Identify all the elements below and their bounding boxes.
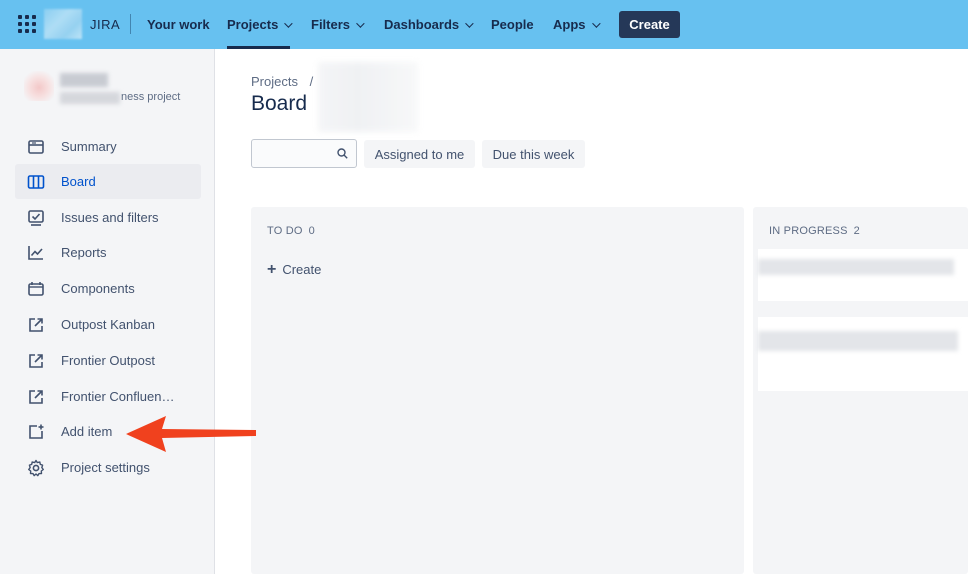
board-column-in-progress: IN PROGRESS 2 xyxy=(753,207,968,574)
sidebar-item-label: Frontier Confluen… xyxy=(61,389,175,404)
column-count: 2 xyxy=(853,225,860,237)
external-link-icon xyxy=(29,318,43,332)
breadcrumb-projects-link[interactable]: Projects xyxy=(251,74,298,89)
breadcrumb-project-blur xyxy=(318,62,418,132)
project-type: ness project xyxy=(121,91,181,103)
external-link-icon xyxy=(29,354,43,368)
breadcrumb-separator: / xyxy=(309,74,314,89)
project-sidebar: ness project Summary Board Issues and fi… xyxy=(0,49,215,574)
sidebar-item-label: Issues and filters xyxy=(61,210,159,225)
summary-icon xyxy=(28,140,44,154)
page-title: Board xyxy=(251,92,308,115)
reports-icon xyxy=(28,246,43,260)
issue-card[interactable] xyxy=(758,317,968,391)
search-icon xyxy=(337,148,348,159)
sidebar-item-label: Summary xyxy=(61,139,117,154)
card-summary-blur xyxy=(758,331,958,351)
filter-assigned-to-me-button[interactable]: Assigned to me xyxy=(364,140,475,168)
board-search-field[interactable] xyxy=(251,139,357,168)
create-button[interactable]: Create xyxy=(619,11,680,38)
nav-label: Projects xyxy=(227,17,279,32)
sidebar-item-outpost-kanban[interactable]: Outpost Kanban xyxy=(15,307,201,342)
nav-divider xyxy=(130,14,131,34)
issues-icon xyxy=(28,210,44,226)
add-item-icon xyxy=(29,424,44,439)
nav-people[interactable]: People xyxy=(491,0,534,49)
sidebar-item-label: Project settings xyxy=(61,460,150,475)
chevron-down-icon xyxy=(465,18,474,28)
top-navigation-bar: JIRA Your work Projects Filters Dashboar… xyxy=(0,0,968,49)
nav-apps[interactable]: Apps xyxy=(553,0,601,49)
sidebar-item-label: Add item xyxy=(61,424,113,439)
card-summary-blur xyxy=(758,259,954,275)
sidebar-item-frontier-outpost[interactable]: Frontier Outpost xyxy=(15,343,201,378)
project-avatar[interactable] xyxy=(24,71,54,101)
column-header: TO DO 0 xyxy=(267,225,315,237)
sidebar-item-board[interactable]: Board xyxy=(15,164,201,199)
sidebar-item-label: Outpost Kanban xyxy=(61,317,155,332)
nav-label: Your work xyxy=(147,17,210,32)
gear-icon xyxy=(28,459,44,477)
plus-icon: + xyxy=(267,260,277,278)
sidebar-item-summary[interactable]: Summary xyxy=(15,129,201,164)
search-input[interactable] xyxy=(252,140,332,167)
sidebar-item-label: Reports xyxy=(61,245,107,260)
nav-label: Dashboards xyxy=(384,17,460,32)
nav-dashboards[interactable]: Dashboards xyxy=(384,0,474,49)
sidebar-item-label: Components xyxy=(61,281,135,296)
column-title: IN PROGRESS xyxy=(769,225,848,237)
board-column-todo: TO DO 0 + Create xyxy=(251,207,744,574)
app-name[interactable]: JIRA xyxy=(90,17,120,32)
project-type-blur xyxy=(60,92,120,104)
sidebar-item-frontier-confluence[interactable]: Frontier Confluen… xyxy=(15,379,201,414)
nav-projects[interactable]: Projects xyxy=(227,0,293,49)
column-create-button[interactable]: + Create xyxy=(267,260,322,278)
nav-filters[interactable]: Filters xyxy=(311,0,365,49)
board-icon xyxy=(27,175,45,189)
column-count: 0 xyxy=(308,225,315,237)
external-link-icon xyxy=(29,390,43,404)
chevron-down-icon xyxy=(284,18,293,28)
sidebar-item-label: Frontier Outpost xyxy=(61,353,155,368)
components-icon xyxy=(28,282,44,296)
site-logo[interactable] xyxy=(44,9,82,39)
filter-due-this-week-button[interactable]: Due this week xyxy=(482,140,585,168)
project-name[interactable] xyxy=(60,73,108,87)
nav-label: People xyxy=(491,17,534,32)
nav-label: Apps xyxy=(553,17,586,32)
sidebar-item-issues-and-filters[interactable]: Issues and filters xyxy=(15,200,201,235)
nav-your-work[interactable]: Your work xyxy=(147,0,210,49)
app-switcher-icon[interactable] xyxy=(18,15,36,33)
sidebar-item-components[interactable]: Components xyxy=(15,271,201,306)
breadcrumb: Projects / xyxy=(251,74,313,89)
sidebar-item-reports[interactable]: Reports xyxy=(15,235,201,270)
sidebar-item-label: Board xyxy=(61,174,96,189)
red-arrow-annotation xyxy=(126,416,256,452)
column-header: IN PROGRESS 2 xyxy=(769,225,860,237)
chevron-down-icon xyxy=(356,18,365,28)
nav-label: Filters xyxy=(311,17,351,32)
issue-card[interactable] xyxy=(758,249,968,301)
chevron-down-icon xyxy=(591,18,601,28)
column-title: TO DO xyxy=(267,225,303,237)
column-create-label: Create xyxy=(282,262,322,277)
